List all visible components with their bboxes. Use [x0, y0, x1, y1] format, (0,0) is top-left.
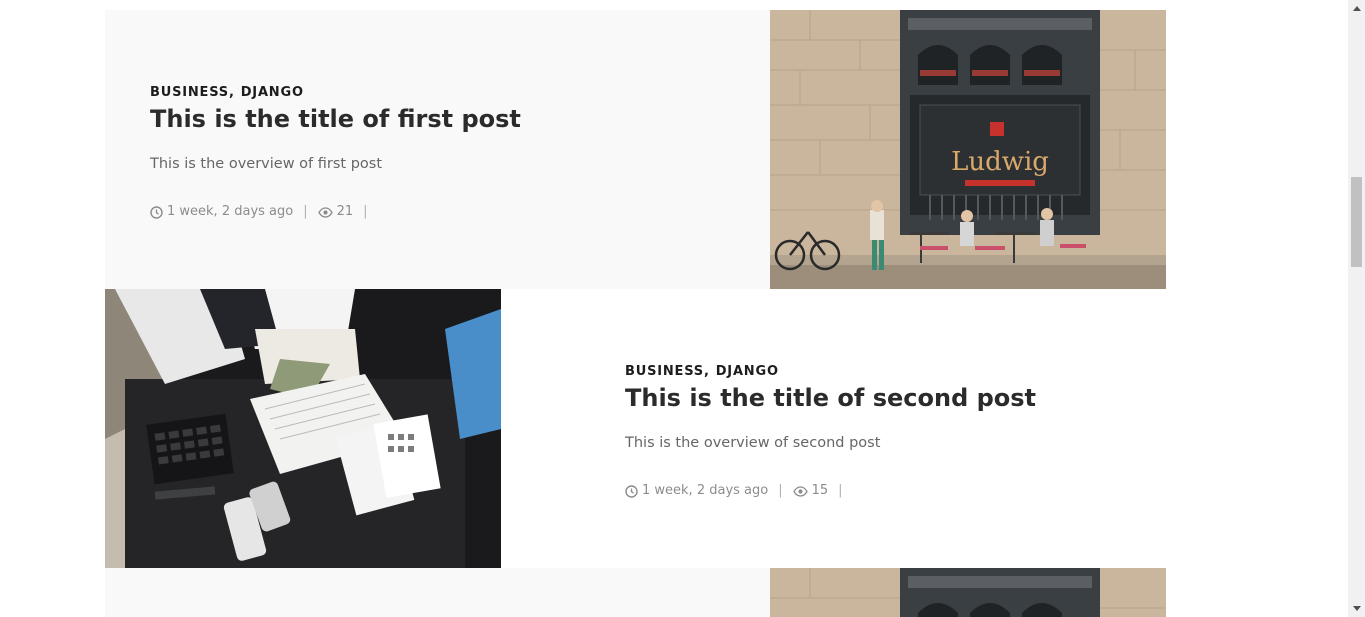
post-title[interactable]: This is the title of second post [625, 383, 1036, 413]
post-time-ago: 1 week, 2 days ago [642, 483, 769, 498]
page-scrollbar[interactable] [1348, 0, 1365, 617]
post-title[interactable]: This is the title of first post [150, 104, 521, 134]
post-text-block: BUSINESS, DJANGO This is the title of sec… [625, 363, 1036, 499]
scroll-down-arrow-icon[interactable] [1348, 600, 1365, 617]
post-card-2: BUSINESS, DJANGO This is the title of sec… [105, 289, 1166, 568]
clock-icon [150, 205, 163, 219]
svg-text:Ludwig: Ludwig [951, 147, 1049, 177]
meta-divider: | [838, 483, 843, 498]
post-card-3 [105, 568, 1166, 617]
category-link[interactable]: DJANGO [716, 364, 779, 379]
category-link[interactable]: BUSINESS [150, 85, 229, 100]
post-card-1: BUSINESS, DJANGO This is the title of fir… [105, 10, 1166, 289]
post-meta: 1 week, 2 days ago | 15 | [625, 483, 1036, 499]
scrollbar-thumb[interactable] [1351, 177, 1362, 267]
post-time-ago: 1 week, 2 days ago [167, 204, 294, 219]
meta-divider: | [363, 204, 368, 219]
eye-icon [317, 206, 333, 218]
post-thumbnail-cafe[interactable]: Ludwig [770, 10, 1166, 289]
meta-divider: | [303, 204, 308, 219]
post-text-block: BUSINESS, DJANGO This is the title of fir… [150, 84, 521, 220]
clock-icon [625, 484, 638, 498]
scroll-up-arrow-icon[interactable] [1348, 0, 1365, 17]
post-meta: 1 week, 2 days ago | 21 | [150, 204, 521, 220]
eye-icon [792, 485, 808, 497]
post-view-count: 21 [336, 204, 354, 219]
post-categories: BUSINESS, DJANGO [625, 364, 779, 379]
post-view-count: 15 [811, 483, 829, 498]
category-link[interactable]: BUSINESS [625, 364, 704, 379]
post-categories: BUSINESS, DJANGO [150, 85, 304, 100]
category-link[interactable]: DJANGO [241, 85, 304, 100]
post-overview: This is the overview of second post [625, 435, 881, 451]
post-overview: This is the overview of first post [150, 156, 383, 172]
meta-divider: | [778, 483, 783, 498]
post-thumbnail-money[interactable] [105, 289, 501, 568]
post-thumbnail-cafe[interactable] [770, 568, 1166, 617]
